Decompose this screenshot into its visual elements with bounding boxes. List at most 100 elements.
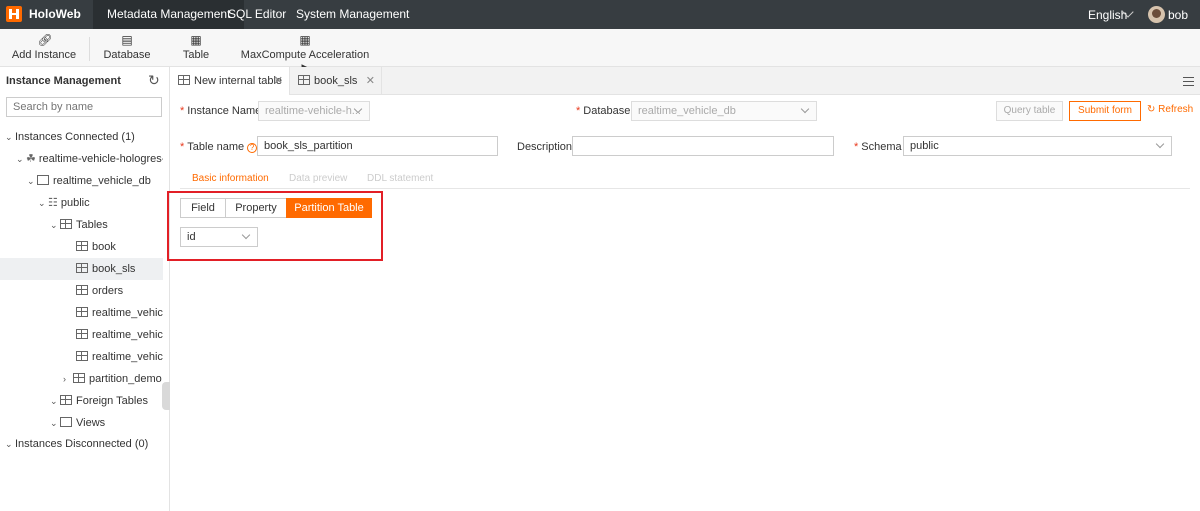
refresh-button[interactable]: ↻ Refresh (1147, 104, 1193, 115)
add-instance-button[interactable]: 🔗︎ Add Instance (10, 29, 78, 67)
tree-label: book_sls (92, 263, 136, 275)
tree-views-folder[interactable]: ⌄ Views (0, 412, 163, 434)
toolbar-divider (89, 37, 90, 61)
language-selector[interactable]: English (1088, 8, 1127, 22)
holoweb-logo-icon (6, 6, 22, 22)
description-input[interactable] (572, 136, 834, 156)
schema-label: * Schema (854, 141, 902, 153)
brand-name: HoloWeb (29, 7, 81, 21)
chevron-down-icon[interactable]: ⌄ (5, 126, 15, 148)
database-icon (37, 175, 49, 185)
tree-tables-folder[interactable]: ⌄ Tables (0, 214, 163, 236)
table-button[interactable]: ▦ Table (178, 29, 214, 67)
schema-icon: ☷ (48, 197, 58, 209)
nav-system-management[interactable]: System Management (282, 0, 423, 29)
tree-table-item-selected[interactable]: book_sls (0, 258, 163, 280)
add-instance-label: Add Instance (11, 49, 77, 61)
database-select[interactable]: realtime_vehicle_db (631, 101, 817, 121)
tree-table-item[interactable]: realtime_vehicle_t (0, 324, 163, 346)
tree-schema[interactable]: ⌄ ☷ public (0, 192, 163, 214)
schema-value: public (910, 140, 939, 152)
tree-instance[interactable]: ⌄ ☘ realtime-vehicle-hologres-lin (0, 148, 163, 170)
tree-table-item[interactable]: book (0, 236, 163, 258)
instance-name-select[interactable]: realtime-vehicle-h... (258, 101, 370, 121)
database-label: Database (103, 49, 151, 61)
instance-name-label: * Instance Name (180, 105, 262, 117)
tree-label: Tables (76, 219, 108, 231)
table-icon (60, 219, 72, 229)
chevron-down-icon (1155, 139, 1165, 149)
tree-label: Views (76, 417, 106, 429)
tab-book-sls[interactable]: book_sls ✕ (290, 67, 382, 95)
chevron-right-icon[interactable]: › (63, 368, 73, 390)
tree-label: partition_demo (89, 373, 162, 385)
instance-name-value: realtime-vehicle-h... (265, 105, 361, 117)
submit-form-button[interactable]: Submit form (1069, 101, 1141, 121)
tree-database[interactable]: ⌄ realtime_vehicle_db (0, 170, 163, 192)
top-bar: HoloWeb Metadata Management SQL Editor S… (0, 0, 1200, 29)
maxcompute-label: MaxCompute Acceleration (240, 49, 370, 61)
sidebar-collapse-handle[interactable] (162, 382, 170, 410)
tree-table-item[interactable]: realtime_vehicle_t (0, 302, 163, 324)
tab-data-preview[interactable]: Data preview (289, 173, 347, 184)
tab-new-internal-table[interactable]: New internal table ✕ (170, 67, 290, 95)
tree-label: book (92, 241, 116, 253)
user-name[interactable]: bob (1168, 8, 1188, 22)
chevron-down-icon[interactable]: ⌄ (27, 170, 37, 192)
chevron-down-icon[interactable]: ⌄ (38, 192, 48, 214)
partition-column-select[interactable]: id (180, 227, 258, 247)
chevron-down-icon[interactable]: ⌄ (5, 433, 15, 455)
tree-partition-table[interactable]: › partition_demo (0, 368, 163, 390)
tree-instances-connected[interactable]: ⌄ Instances Connected (1) (0, 126, 163, 148)
table-icon (76, 285, 88, 295)
close-icon[interactable]: ✕ (366, 67, 375, 95)
database-icon: ▤ (121, 33, 133, 47)
tree-label: public (60, 197, 90, 209)
tree-table-item[interactable]: orders (0, 280, 163, 302)
segment-partition-table[interactable]: Partition Table (286, 198, 372, 218)
tree-label: realtime_vehicle_t (92, 307, 163, 319)
segment-field[interactable]: Field (180, 198, 226, 218)
link-icon: 🔗︎ (37, 33, 53, 47)
help-icon[interactable]: ? (247, 143, 258, 153)
maxcompute-acceleration-button[interactable]: ▦ MaxCompute Acceleration ▶ (240, 29, 370, 72)
chevron-down-icon (241, 230, 251, 240)
query-table-button[interactable]: Query table (996, 101, 1063, 121)
tree-foreign-tables-folder[interactable]: ⌄ Foreign Tables (0, 390, 163, 412)
tree-instances-disconnected[interactable]: ⌄ Instances Disconnected (0) (0, 433, 163, 455)
schema-select[interactable]: public (903, 136, 1172, 156)
view-icon (60, 417, 72, 427)
refresh-icon: ↻ (1147, 104, 1156, 115)
table-icon (76, 307, 88, 317)
chevron-down-icon[interactable]: ⌄ (50, 214, 60, 236)
maxcompute-icon: ▦ (299, 33, 311, 47)
tab-ddl-statement[interactable]: DDL statement (367, 173, 433, 184)
table-icon (178, 75, 190, 85)
tab-basic-information[interactable]: Basic information (192, 173, 269, 184)
chevron-down-icon[interactable]: ⌄ (16, 148, 26, 170)
tree-label: realtime-vehicle-hologres-lin (38, 153, 163, 165)
tree-label: realtime_vehicle_db (53, 175, 151, 187)
table-icon (60, 395, 72, 405)
segment-property[interactable]: Property (225, 198, 287, 218)
chevron-down-icon[interactable]: ⌄ (50, 390, 60, 412)
chevron-down-icon[interactable]: ⌄ (50, 412, 60, 434)
tab-label: book_sls (314, 75, 358, 87)
database-button[interactable]: ▤ Database (101, 29, 153, 67)
avatar[interactable] (1148, 6, 1165, 23)
description-label: Description (517, 141, 573, 153)
refresh-icon[interactable]: ↻ (148, 72, 160, 89)
tree-label: Instances Disconnected (0) (15, 438, 149, 450)
tab-label: New internal table (194, 75, 283, 87)
close-icon[interactable]: ✕ (274, 67, 283, 95)
chevron-down-icon (800, 104, 810, 114)
table-name-input[interactable]: book_sls_partition (257, 136, 498, 156)
form-subtabs: Basic information Data preview DDL state… (180, 167, 1190, 189)
table-icon (76, 263, 88, 273)
instance-icon: ☘ (26, 153, 36, 165)
search-input[interactable] (6, 97, 162, 117)
tree-label: Foreign Tables (76, 395, 148, 407)
table-name-label: * Table name? (180, 141, 258, 153)
tree-table-item[interactable]: realtime_vehicle_t (0, 346, 163, 368)
menu-icon[interactable] (1183, 77, 1194, 86)
